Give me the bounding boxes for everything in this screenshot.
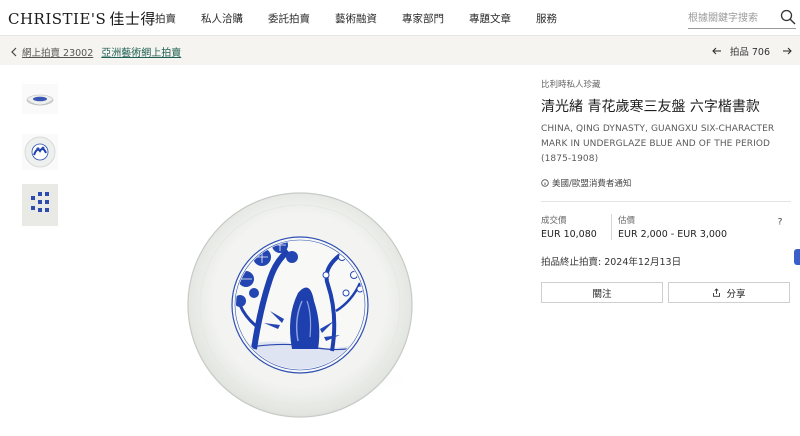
- blue-white-dish-image: [187, 192, 414, 418]
- thumbnail-top-view[interactable]: [22, 134, 58, 170]
- info-icon: [541, 179, 549, 187]
- search-input[interactable]: [688, 8, 774, 28]
- logo-chinese: 佳士得: [109, 10, 156, 28]
- main-lot-image[interactable]: [142, 79, 464, 436]
- nav-art-finance[interactable]: 藝術融資: [335, 11, 377, 26]
- arrow-left-icon[interactable]: [712, 46, 722, 56]
- share-label: 分享: [726, 288, 746, 300]
- nav-sell[interactable]: 委託拍賣: [268, 11, 310, 26]
- lot-title-english: CHINA, QING DYNASTY, GUANGXU SIX-CHARACT…: [541, 124, 775, 164]
- thumbnail-reign-mark[interactable]: [22, 184, 58, 226]
- lot-details: 比利時私人珍藏 清光緒 青花歲寒三友盤 六字楷書款 CHINA, QING DY…: [541, 78, 791, 303]
- consumer-notice-link[interactable]: 美國/歐盟消費者通知: [541, 177, 791, 189]
- estimate-value: EUR 2,000 - EUR 3,000: [618, 229, 728, 240]
- price-section: 成交價 EUR 10,080 估價 EUR 2,000 - EUR 3,000 …: [541, 214, 791, 240]
- share-button[interactable]: 分享: [668, 282, 790, 303]
- price-realised: 成交價 EUR 10,080: [541, 214, 611, 240]
- closing-date: 拍品終止拍賣: 2024年12月13日: [541, 257, 682, 268]
- estimate: 估價 EUR 2,000 - EUR 3,000: [611, 214, 761, 240]
- side-feedback-tab[interactable]: [794, 249, 800, 265]
- price-realised-value: EUR 10,080: [541, 229, 597, 240]
- nav-auctions[interactable]: 拍賣: [155, 11, 176, 26]
- follow-label: 關注: [592, 288, 612, 300]
- consumer-notice-text: 美國/歐盟消費者通知: [552, 179, 632, 189]
- reign-mark-thumbnail-image: [22, 184, 58, 226]
- follow-button[interactable]: 關注: [541, 282, 663, 303]
- dish-top-thumbnail-image: [22, 134, 58, 170]
- logo-text: CHRISTIE'S: [8, 10, 107, 28]
- breadcrumb: 網上拍賣 23002 亞洲藝術網上拍賣: [10, 44, 181, 59]
- thumbnail-side-view[interactable]: [22, 84, 58, 114]
- breadcrumb-category-link[interactable]: 亞洲藝術網上拍賣: [101, 44, 181, 59]
- svg-text:?: ?: [778, 218, 783, 227]
- breadcrumb-bar: 網上拍賣 23002 亞洲藝術網上拍賣 拍品 706: [0, 36, 800, 65]
- lot-number: 拍品 706: [729, 47, 770, 58]
- nav-stories[interactable]: 專題文章: [469, 11, 511, 26]
- lot-title-chinese: 清光緒 青花歲寒三友盤 六字楷書款: [541, 99, 760, 115]
- help-icon[interactable]: ?: [775, 216, 785, 227]
- search-box: [688, 8, 796, 29]
- details-divider: [541, 201, 791, 202]
- top-navigation: CHRISTIE'S 佳士得 拍賣 私人洽購 委託拍賣 藝術融資 專家部門 專題文…: [0, 0, 800, 36]
- collection-name: 比利時私人珍藏: [541, 80, 601, 90]
- nav-departments[interactable]: 專家部門: [402, 11, 444, 26]
- estimate-label: 估價: [618, 216, 636, 226]
- christies-logo[interactable]: CHRISTIE'S 佳士得: [8, 8, 156, 29]
- main-nav: 拍賣 私人洽購 委託拍賣 藝術融資 專家部門 專題文章 服務: [155, 0, 582, 36]
- search-icon[interactable]: [780, 9, 796, 25]
- share-icon: [713, 288, 721, 297]
- lot-navigation: 拍品 706: [712, 44, 792, 58]
- arrow-right-icon[interactable]: [782, 46, 792, 56]
- breadcrumb-sale-link[interactable]: 網上拍賣 23002: [22, 45, 93, 59]
- action-buttons: 關注 分享: [541, 282, 791, 303]
- chevron-left-icon[interactable]: [10, 47, 18, 57]
- dish-side-thumbnail-image: [22, 84, 58, 114]
- nav-services[interactable]: 服務: [536, 11, 557, 26]
- price-realised-label: 成交價: [541, 216, 567, 226]
- nav-private-sales[interactable]: 私人洽購: [201, 11, 243, 26]
